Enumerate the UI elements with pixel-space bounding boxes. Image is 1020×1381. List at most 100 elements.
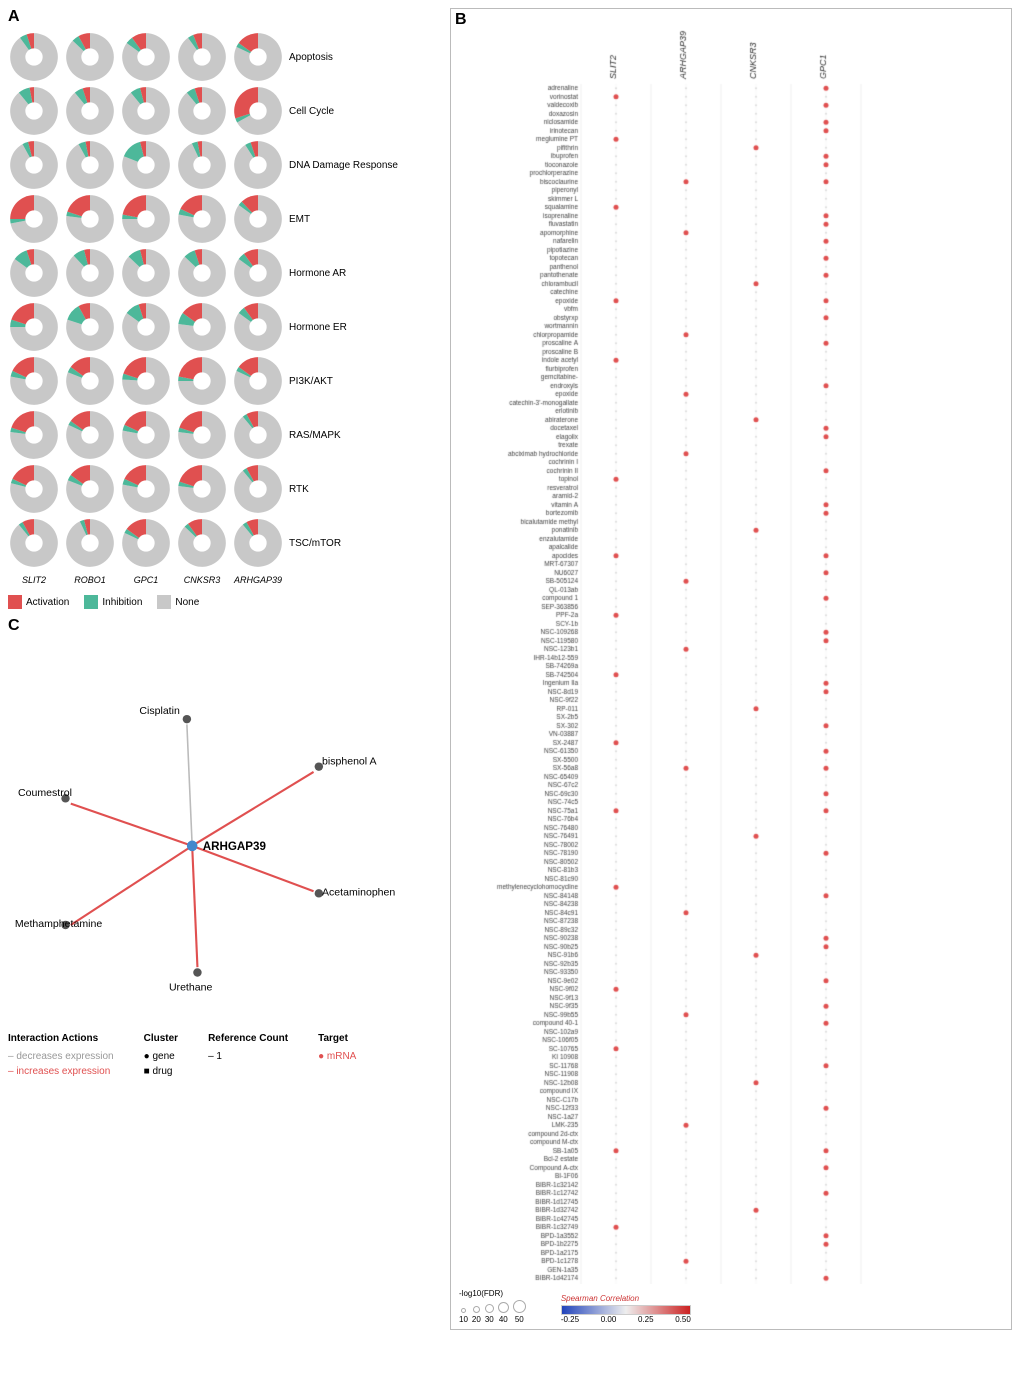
b-bottom-legend: -log10(FDR) 10 20 30: [451, 1284, 1011, 1329]
pie-charts-7: [8, 409, 284, 461]
pie-row-label-6: PI3K/AKT: [284, 376, 414, 387]
pie-9-3: [176, 517, 228, 569]
pie-row-label-7: RAS/MAPK: [284, 430, 414, 441]
pie-row-label-0: Apoptosis: [284, 52, 414, 63]
pie-3-0: [8, 193, 60, 245]
pie-9-0: [8, 517, 60, 569]
pie-9-4: [232, 517, 284, 569]
pie-4-0: [8, 247, 60, 299]
pie-6-2: [120, 355, 172, 407]
pie-row-label-1: Cell Cycle: [284, 106, 414, 117]
pie-charts-8: [8, 463, 284, 515]
pie-4-1: [64, 247, 116, 299]
x-label-2: GPC1: [120, 575, 172, 585]
panel-a: A ApoptosisCell CycleDNA Damage Response…: [0, 0, 450, 609]
pie-0-4: [232, 31, 284, 83]
main-layout: A ApoptosisCell CycleDNA Damage Response…: [0, 0, 1020, 1330]
pie-row-label-8: RTK: [284, 484, 414, 495]
none-label: None: [175, 597, 199, 608]
x-labels: SLIT2ROBO1GPC1CNKSR3ARHGAP39: [8, 575, 442, 585]
pie-grid: Apoptosis Cell Cycle DNA Damage Response EM…: [8, 31, 442, 585]
gene-label: ● gene: [144, 1051, 178, 1062]
pie-charts-5: [8, 301, 284, 353]
pie-1-4: [232, 85, 284, 137]
fdr-dot-20: 20: [472, 1306, 481, 1324]
pie-row-label-2: DNA Damage Response: [284, 160, 414, 171]
pie-7-0: [8, 409, 60, 461]
panel-b-label: B: [455, 11, 467, 29]
dotplot-canvas: [451, 14, 1011, 1284]
refcount-value: – 1: [208, 1051, 288, 1062]
spearman-legend: Spearman Correlation -0.250.000.250.50: [561, 1294, 691, 1324]
pie-charts-2: [8, 139, 284, 191]
target-legend: Target ● mRNA: [318, 1033, 356, 1077]
left-column: A ApoptosisCell CycleDNA Damage Response…: [0, 0, 450, 1330]
increases-label: – increases expression: [8, 1066, 114, 1077]
pie-7-1: [64, 409, 116, 461]
pie-0-2: [120, 31, 172, 83]
pie-charts-9: [8, 517, 284, 569]
pie-8-4: [232, 463, 284, 515]
panel-c-label: C: [8, 617, 442, 635]
pie-9-2: [120, 517, 172, 569]
pie-charts-6: [8, 355, 284, 407]
pie-3-3: [176, 193, 228, 245]
target-title: Target: [318, 1033, 356, 1044]
pie-1-0: [8, 85, 60, 137]
fdr-dot-10: 10: [459, 1308, 468, 1324]
pie-8-3: [176, 463, 228, 515]
pie-row-0: Apoptosis: [8, 31, 442, 83]
activation-label: Activation: [26, 597, 69, 608]
fdr-legend: -log10(FDR) 10 20 30: [459, 1289, 526, 1324]
pie-2-4: [232, 139, 284, 191]
methamphetamine-label: Methamphetamine: [15, 918, 102, 930]
refcount-legend: Reference Count – 1: [208, 1033, 288, 1077]
pie-0-3: [176, 31, 228, 83]
spearman-gradient: [561, 1305, 691, 1315]
pie-1-3: [176, 85, 228, 137]
pie-5-0: [8, 301, 60, 353]
interaction-title: Interaction Actions: [8, 1033, 114, 1044]
pie-charts-3: [8, 193, 284, 245]
pie-row-3: EMT: [8, 193, 442, 245]
pie-6-3: [176, 355, 228, 407]
pie-3-4: [232, 193, 284, 245]
acetaminophen-label: Acetaminophen: [322, 886, 395, 898]
pie-5-1: [64, 301, 116, 353]
legend-none: None: [157, 595, 199, 609]
fdr-dot-50: 50: [513, 1300, 526, 1324]
pie-0-1: [64, 31, 116, 83]
pie-3-2: [120, 193, 172, 245]
pie-6-1: [64, 355, 116, 407]
pie-7-4: [232, 409, 284, 461]
center-node-label: ARHGAP39: [203, 840, 267, 853]
pie-2-0: [8, 139, 60, 191]
activation-color: [8, 595, 22, 609]
pie-row-2: DNA Damage Response: [8, 139, 442, 191]
c-legend: Interaction Actions – decreases expressi…: [8, 1033, 442, 1077]
pie-row-6: PI3K/AKT: [8, 355, 442, 407]
pie-row-label-5: Hormone ER: [284, 322, 414, 333]
pie-4-2: [120, 247, 172, 299]
x-label-1: ROBO1: [64, 575, 116, 585]
cisplatin-label: Cisplatin: [139, 705, 180, 717]
x-label-3: CNKSR3: [176, 575, 228, 585]
pie-row-8: RTK: [8, 463, 442, 515]
pie-5-4: [232, 301, 284, 353]
fdr-dots-row: 10 20 30 40: [459, 1300, 526, 1324]
legend-inhibition: Inhibition: [84, 595, 142, 609]
pie-2-1: [64, 139, 116, 191]
pie-row-label-9: TSC/mTOR: [284, 538, 414, 549]
drug-label: ■ drug: [144, 1066, 178, 1077]
pie-row-label-3: EMT: [284, 214, 414, 225]
mrna-label: ● mRNA: [318, 1051, 356, 1062]
pie-0-0: [8, 31, 60, 83]
interaction-legend: Interaction Actions – decreases expressi…: [8, 1033, 114, 1077]
refcount-title: Reference Count: [208, 1033, 288, 1044]
x-label-0: SLIT2: [8, 575, 60, 585]
legend: Activation Inhibition None: [8, 595, 442, 609]
pie-row-5: Hormone ER: [8, 301, 442, 353]
pie-row-label-4: Hormone AR: [284, 268, 414, 279]
inhibition-color: [84, 595, 98, 609]
pie-6-0: [8, 355, 60, 407]
